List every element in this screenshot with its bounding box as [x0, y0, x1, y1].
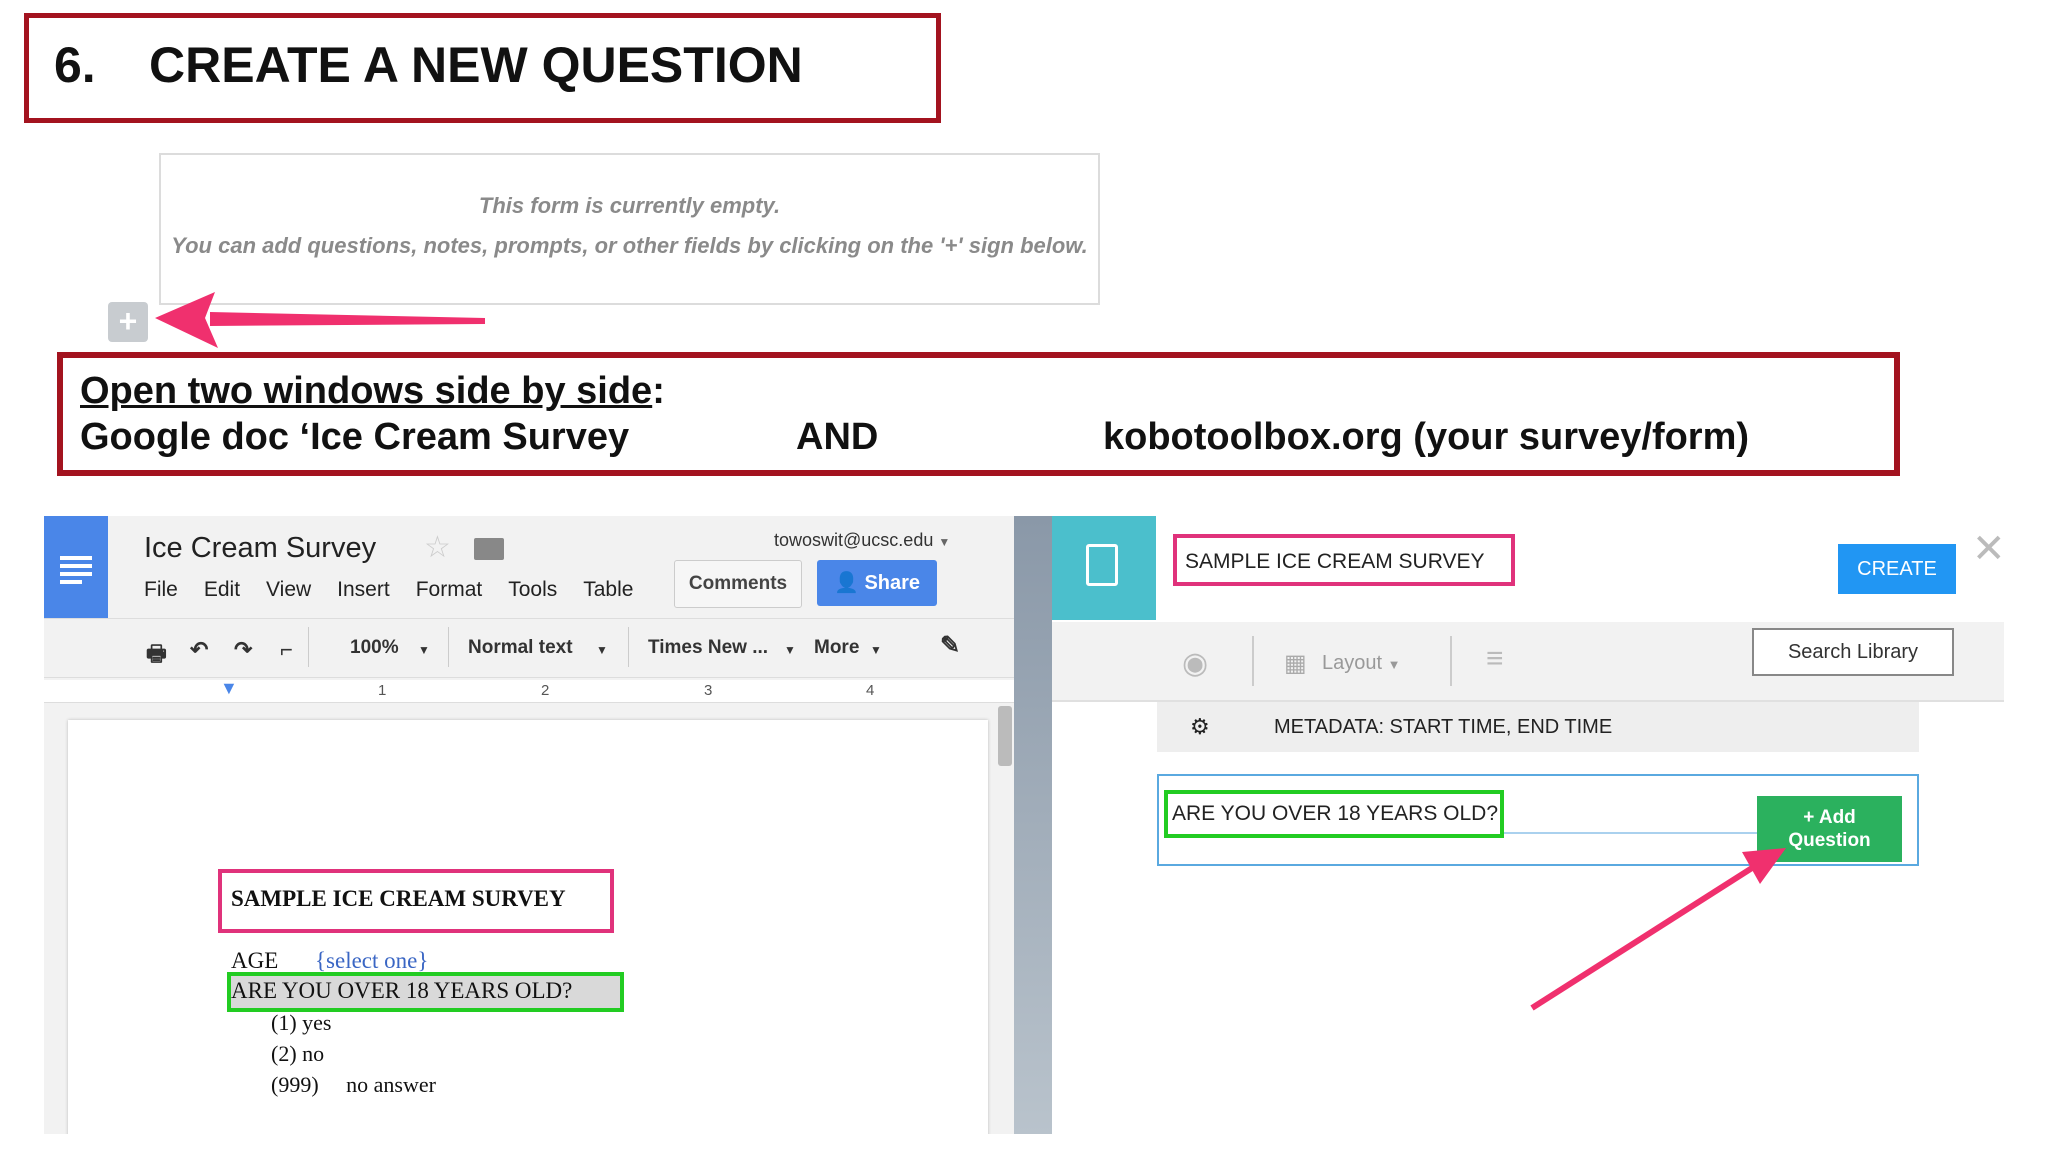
doc-age-label: AGE [231, 948, 279, 973]
form-title-input[interactable]: SAMPLE ICE CREAM SURVEY [1185, 550, 1485, 574]
doc-survey-heading: SAMPLE ICE CREAM SURVEY [231, 886, 566, 911]
ruler-tick: 4 [866, 682, 875, 699]
instructions-kobo: kobotoolbox.org (your survey/form) [1103, 416, 1750, 458]
form-document-icon [1086, 544, 1118, 586]
add-question-label: Question [1788, 830, 1871, 851]
redo-icon[interactable]: ↷ [234, 637, 252, 663]
kobo-window: SAMPLE ICE CREAM SURVEY CREATE ✕ ◉ ▦ Lay… [1052, 516, 2006, 1134]
doc-select-hint: {select one} [315, 948, 429, 973]
empty-form-panel [159, 153, 1100, 305]
toolbar-divider [1252, 636, 1254, 686]
menu-format[interactable]: Format [416, 578, 483, 602]
doc-title[interactable]: Ice Cream Survey [144, 532, 376, 565]
more-menu[interactable]: More [814, 637, 859, 659]
slide-title: CREATE A NEW QUESTION [149, 37, 803, 93]
menu-view[interactable]: View [266, 578, 311, 602]
ruler-tick: 2 [541, 682, 550, 699]
window-divider [1014, 516, 1052, 1134]
layout-label: Layout [1322, 652, 1383, 674]
instructions-google-doc: Google doc ‘Ice Cream Survey [80, 416, 630, 458]
chevron-down-icon: ▼ [784, 643, 796, 657]
ruler-tick: 3 [704, 682, 713, 699]
question-input-underline [1504, 832, 1794, 834]
share-label: Share [864, 572, 921, 594]
account-email[interactable]: towoswit@ucsc.edu ▼ [774, 530, 950, 551]
search-library-button[interactable]: Search Library [1752, 628, 1954, 676]
empty-form-message: This form is currently empty. [478, 193, 781, 218]
slide-title-number: 6. [54, 37, 96, 93]
folder-icon[interactable] [474, 538, 504, 560]
add-question-button[interactable]: + Add Question [1757, 796, 1902, 862]
chevron-down-icon: ▼ [938, 535, 951, 549]
layout-dropdown[interactable]: Layout ▼ [1322, 652, 1401, 675]
layout-grid-icon: ▦ [1284, 650, 1307, 677]
chevron-down-icon: ▼ [596, 643, 608, 657]
chevron-down-icon: ▼ [1387, 657, 1401, 672]
font-select[interactable]: Times New ... [648, 637, 768, 659]
instructions-and: AND [796, 416, 879, 458]
google-doc-window: Ice Cream Survey ☆ towoswit@ucsc.edu ▼ F… [44, 516, 1014, 1134]
menu-file[interactable]: File [144, 578, 178, 602]
zoom-select[interactable]: 100% [350, 637, 399, 659]
chevron-down-icon: ▼ [418, 643, 430, 657]
comments-button[interactable]: Comments [674, 560, 802, 608]
close-icon[interactable]: ✕ [1972, 526, 2006, 572]
indent-marker-icon[interactable]: ▼ [220, 678, 238, 699]
style-select[interactable]: Normal text [468, 637, 573, 659]
menu-table[interactable]: Table [583, 578, 633, 602]
doc-menu-bar: File Edit View Insert Format Tools Table [144, 578, 633, 602]
doc-option: (2) no [271, 1041, 325, 1066]
share-people-icon: 👤 [833, 572, 859, 594]
undo-icon[interactable]: ↶ [190, 637, 208, 663]
menu-insert[interactable]: Insert [337, 578, 390, 602]
doc-option: (999) no answer [271, 1072, 436, 1097]
menu-tools[interactable]: Tools [508, 578, 557, 602]
preview-eye-icon[interactable]: ◉ [1182, 646, 1208, 681]
filter-lines-icon[interactable]: ≡ [1486, 642, 1504, 676]
doc-scrollbar[interactable] [998, 706, 1012, 766]
add-field-button[interactable]: + [108, 302, 148, 342]
ruler-tick: 1 [378, 682, 387, 699]
empty-form-hint: You can add questions, notes, prompts, o… [171, 233, 1088, 258]
print-icon[interactable]: 🖶 [146, 637, 167, 675]
doc-option: (1) yes [271, 1010, 332, 1035]
instructions-heading-text: Open two windows side by side [80, 370, 653, 412]
add-question-label: + Add [1803, 807, 1856, 828]
docs-logo-icon[interactable] [44, 516, 108, 618]
create-button[interactable]: CREATE [1838, 544, 1956, 594]
ruler: ▼ 1 2 3 4 [44, 678, 1014, 703]
pencil-icon[interactable]: ✎ [940, 631, 960, 660]
doc-question: ARE YOU OVER 18 YEARS OLD? [231, 978, 573, 1003]
share-button[interactable]: 👤 Share [817, 560, 937, 606]
chevron-down-icon: ▼ [870, 643, 882, 657]
instructions-colon: : [652, 370, 665, 412]
question-input[interactable]: ARE YOU OVER 18 YEARS OLD? [1172, 802, 1498, 826]
gear-icon[interactable]: ⚙ [1190, 714, 1210, 740]
menu-edit[interactable]: Edit [204, 578, 240, 602]
metadata-text: METADATA: START TIME, END TIME [1274, 716, 1613, 738]
instructions-heading: Open two windows side by side: [80, 370, 665, 413]
account-email-text: towoswit@ucsc.edu [774, 530, 934, 550]
paint-format-icon[interactable]: ⌐ [280, 637, 293, 663]
doc-toolbar: 🖶 ↶ ↷ ⌐ 100% ▼ Normal text ▼ Times New .… [44, 618, 1014, 678]
star-icon[interactable]: ☆ [424, 530, 451, 565]
toolbar-divider [1450, 636, 1452, 686]
